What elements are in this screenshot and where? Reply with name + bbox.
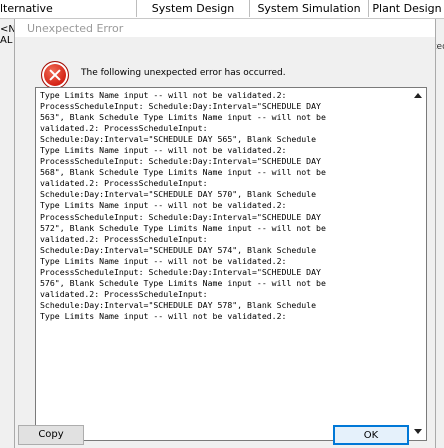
background-label-2: AL xyxy=(0,35,13,46)
details-scrollbar[interactable] xyxy=(410,88,426,440)
tab-plant-design[interactable]: Plant Design xyxy=(370,0,444,17)
dialog-title: Unexpected Error xyxy=(27,22,124,35)
background-label-1: <N xyxy=(0,24,16,35)
ok-button[interactable]: OK xyxy=(333,425,409,445)
scroll-up-icon[interactable] xyxy=(414,93,422,98)
tab-system-simulation[interactable]: System Simulation xyxy=(250,0,369,17)
error-details-box[interactable]: Type Limits Name input -- will not be va… xyxy=(35,87,427,441)
error-dialog: Unexpected Error The following unexpecte… xyxy=(14,19,436,448)
error-message: The following unexpected error has occur… xyxy=(81,68,286,78)
error-icon xyxy=(41,61,69,89)
background-tab-bar: lternative System Design System Simulati… xyxy=(0,0,444,19)
scroll-down-icon[interactable] xyxy=(414,429,422,434)
error-details-text[interactable]: Type Limits Name input -- will not be va… xyxy=(40,90,404,438)
tab-alternative[interactable]: lternative xyxy=(0,0,134,17)
copy-button[interactable]: Copy xyxy=(18,425,84,445)
dialog-titlebar[interactable]: Unexpected Error xyxy=(15,19,435,37)
tab-system-design[interactable]: System Design xyxy=(136,0,250,17)
background-left-labels: <N AL xyxy=(0,24,16,46)
